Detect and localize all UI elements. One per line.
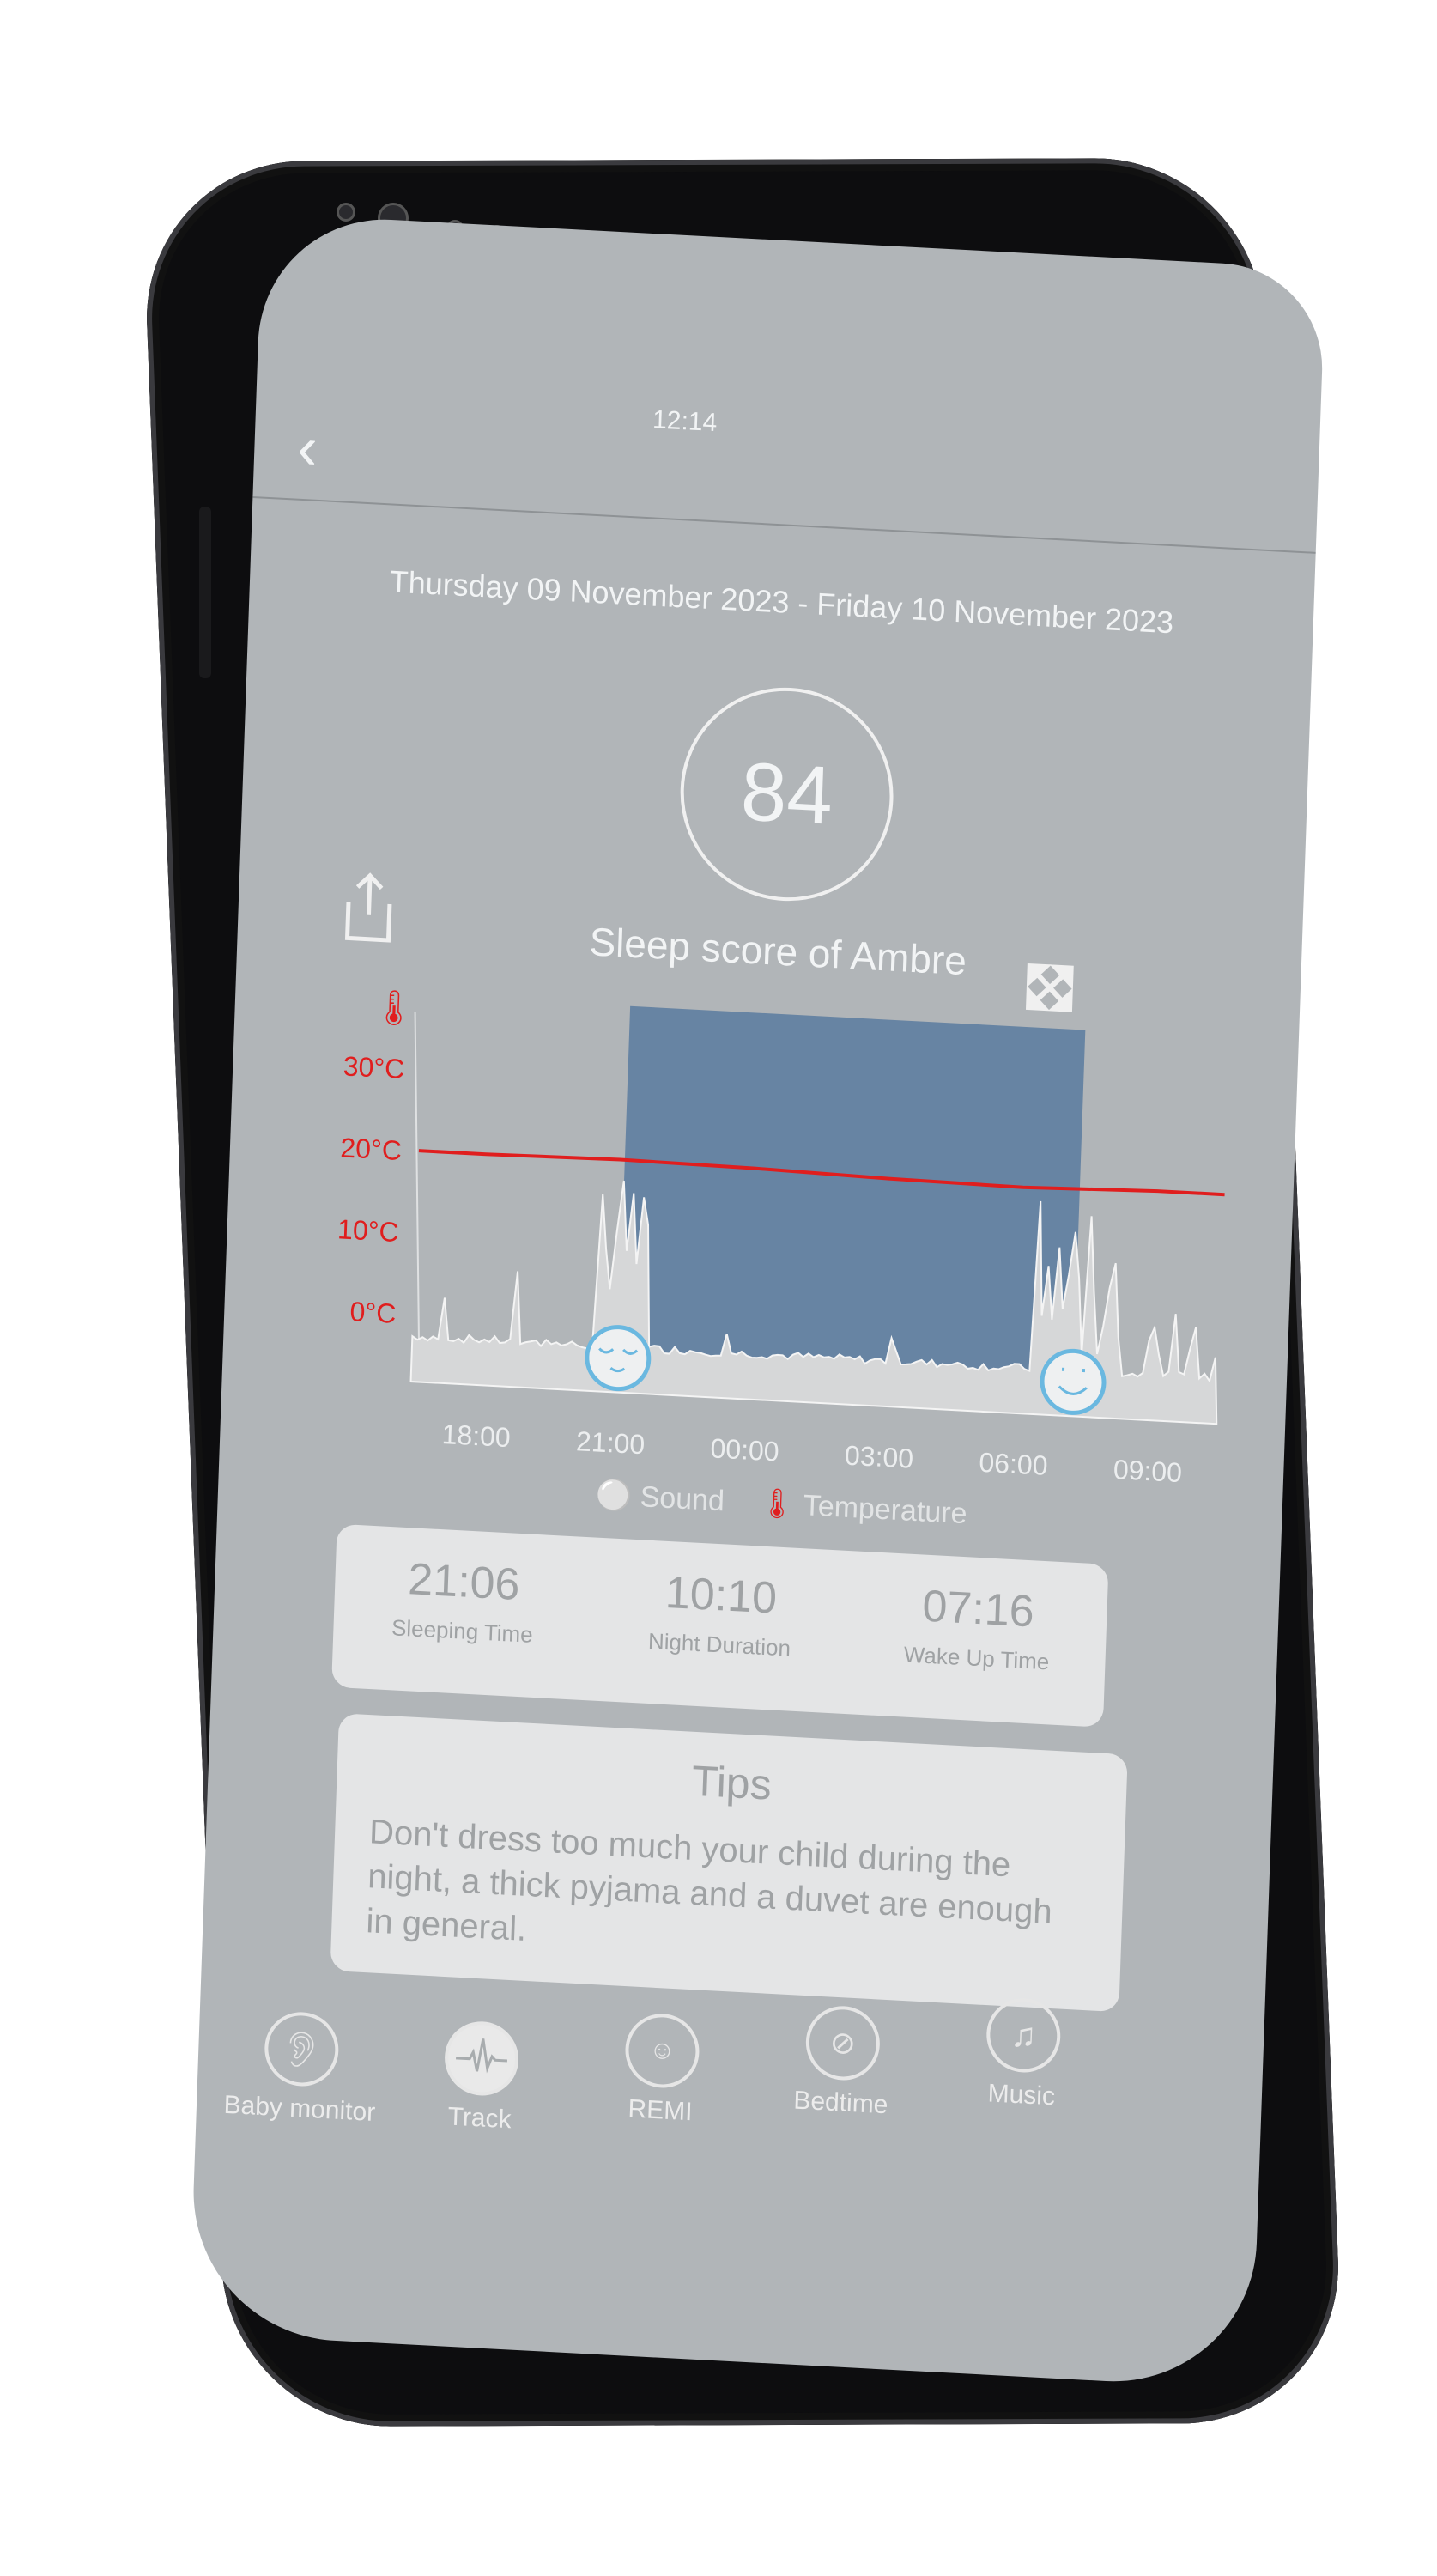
status-time: 12:14 <box>652 405 718 438</box>
sleep-chart: 30°C 20°C 10°C 0°C 🌡 18:00 21:00 00:00 03:00 06:0… <box>337 988 1225 1488</box>
nav-track[interactable]: Track <box>393 2017 568 2137</box>
stat-sleeping-time: 21:06 Sleeping Time <box>391 1554 534 1648</box>
ear-icon: ⚪ <box>595 1478 633 1513</box>
nav-remi[interactable]: ☺ REMI <box>574 2009 749 2129</box>
back-button[interactable]: ‹ <box>296 413 318 483</box>
expand-icon <box>1025 963 1074 1012</box>
volume-button <box>199 507 211 678</box>
remi-device-icon: ☺ <box>624 2012 700 2090</box>
share-icon <box>344 872 392 943</box>
nav-music[interactable]: ♫ Music <box>935 1994 1110 2114</box>
expand-button[interactable] <box>1025 963 1075 1018</box>
heartbeat-icon <box>443 2020 520 2098</box>
sleep-period-area <box>617 1005 1086 1382</box>
x-tick-label: 03:00 <box>844 1440 913 1474</box>
header-divider <box>252 495 1316 554</box>
bedtime-icon: ⊘ <box>804 2004 882 2082</box>
stat-night-duration: 10:10 Night Duration <box>647 1567 791 1662</box>
sleep-score-label: Sleep score of Ambre <box>588 919 967 984</box>
chart-legend: ⚪ Sound 🌡 Temperature <box>595 1477 967 1531</box>
sensor-icon <box>337 203 355 222</box>
y-tick-label: 20°C <box>340 1132 403 1166</box>
ear-icon: 👂︎ <box>263 2010 340 2088</box>
date-range: Thursday 09 November 2023 - Friday 10 No… <box>389 563 1174 641</box>
sleep-score-value: 84 <box>739 745 834 842</box>
thermometer-icon: 🌡 <box>372 988 416 1029</box>
x-tick-label: 06:00 <box>979 1447 1048 1481</box>
legend-temperature: 🌡 Temperature <box>758 1486 968 1531</box>
sleep-stats-card: 21:06 Sleeping Time 10:10 Night Duration… <box>331 1523 1109 1728</box>
app-screen: 12:14 ‹ Thursday 09 November 2023 - Frid… <box>188 213 1326 2389</box>
sleeping-face-icon <box>585 1325 652 1392</box>
x-tick-label: 18:00 <box>441 1419 511 1453</box>
x-tick-label: 09:00 <box>1113 1454 1182 1488</box>
y-tick-label: 10°C <box>337 1213 400 1248</box>
chevron-left-icon: ‹ <box>296 413 319 482</box>
x-tick-label: 21:00 <box>576 1425 646 1460</box>
y-tick-label: 0°C <box>349 1296 397 1329</box>
thermometer-icon: 🌡 <box>758 1486 797 1522</box>
x-tick-label: 00:00 <box>710 1432 779 1467</box>
sleep-score-circle: 84 <box>676 682 897 907</box>
nav-bedtime[interactable]: ⊘ Bedtime <box>755 2002 930 2122</box>
music-note-icon: ♫ <box>985 1996 1062 2075</box>
share-button[interactable] <box>340 871 397 950</box>
y-tick-label: 30°C <box>343 1050 405 1084</box>
y-axis-line <box>414 1012 421 1382</box>
stat-wake-up-time: 07:16 Wake Up Time <box>903 1581 1050 1675</box>
legend-sound: ⚪ Sound <box>595 1478 725 1518</box>
nav-baby-monitor[interactable]: 👂︎ Baby monitor <box>213 2008 388 2128</box>
smiling-face-icon <box>1040 1348 1107 1415</box>
tips-card: Tips Don't dress too much your child dur… <box>330 1713 1128 2013</box>
